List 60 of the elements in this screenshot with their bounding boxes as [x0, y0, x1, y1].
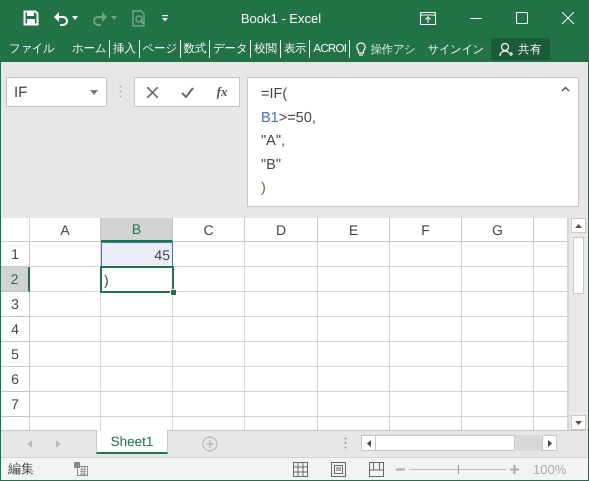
- formula-line[interactable]: ): [261, 177, 578, 200]
- name-box[interactable]: IF: [6, 77, 107, 107]
- row-header[interactable]: 1: [1, 242, 30, 267]
- formula-line[interactable]: "B": [261, 154, 578, 177]
- normal-view-icon[interactable]: [293, 462, 308, 476]
- ribbon-tab[interactable]: 数式: [180, 40, 210, 58]
- row-header[interactable]: 5: [1, 342, 30, 367]
- collapse-icon[interactable]: [561, 86, 570, 92]
- ribbon-tab[interactable]: 表示: [280, 40, 310, 58]
- cancel-icon[interactable]: [146, 86, 158, 98]
- ribbon-tab[interactable]: ページ: [138, 40, 180, 58]
- grip-icon[interactable]: [344, 437, 347, 449]
- share-button[interactable]: 共有: [491, 38, 550, 60]
- insert-function-button[interactable]: fx: [216, 84, 228, 100]
- formula-line[interactable]: =IF(: [261, 83, 578, 106]
- enter-icon[interactable]: [180, 86, 194, 98]
- ribbon-tab[interactable]: 校閲: [250, 40, 280, 58]
- status-mode: 編集: [8, 460, 34, 478]
- ribbon-tab[interactable]: ACROI: [309, 40, 350, 58]
- scroll-left-icon[interactable]: [366, 440, 370, 446]
- row-header[interactable]: 6: [1, 367, 30, 392]
- formula-line[interactable]: B1>=50,: [261, 106, 578, 130]
- close-icon[interactable]: [562, 12, 574, 24]
- fill-handle[interactable]: [170, 289, 177, 296]
- save-icon[interactable]: [23, 10, 39, 26]
- formula-box[interactable]: =IF( B1>=50, "A", "B" ): [247, 77, 579, 207]
- lightbulb-icon[interactable]: [356, 42, 366, 56]
- caret-icon[interactable]: [72, 16, 78, 20]
- ribbon-tab[interactable]: 挿入: [109, 40, 139, 58]
- sign-in-link[interactable]: サインイン: [427, 42, 484, 56]
- page-break-icon[interactable]: [369, 462, 384, 476]
- macro-record-icon[interactable]: [74, 462, 88, 476]
- row-header[interactable]: 3: [1, 292, 30, 317]
- scroll-down-icon[interactable]: [575, 420, 582, 424]
- scrollbar-thumb[interactable]: [573, 237, 584, 294]
- row-header[interactable]: 7: [1, 392, 30, 417]
- scroll-right-icon[interactable]: [548, 440, 552, 446]
- active-cell[interactable]: ): [101, 267, 173, 292]
- ribbon-tab[interactable]: データ: [209, 40, 250, 58]
- formula-line[interactable]: "A",: [261, 130, 578, 154]
- page-layout-icon[interactable]: [331, 462, 346, 476]
- tell-me-field[interactable]: 操作アシ: [370, 42, 416, 56]
- sheet-tab[interactable]: Sheet1: [96, 430, 168, 454]
- row-header[interactable]: 4: [1, 317, 30, 342]
- ribbon-tab[interactable]: ホーム: [69, 40, 110, 58]
- window-title: Book1 - Excel: [240, 10, 322, 26]
- cell[interactable]: 45: [101, 242, 173, 267]
- person-icon: [499, 42, 514, 56]
- ribbon-tab[interactable]: ファイル: [9, 40, 58, 58]
- horizontal-scrollbar[interactable]: [361, 435, 557, 451]
- undo-icon[interactable]: [53, 10, 69, 26]
- scrollbar-thumb[interactable]: [376, 435, 515, 451]
- scroll-up-icon[interactable]: [575, 224, 582, 228]
- column-header[interactable]: B: [101, 218, 173, 242]
- grip-icon[interactable]: [119, 85, 122, 98]
- customize-icon[interactable]: [161, 14, 169, 22]
- maximize-icon[interactable]: [516, 12, 528, 24]
- vertical-scrollbar[interactable]: [568, 218, 588, 430]
- row-header[interactable]: 2: [1, 267, 30, 292]
- ribbon-display-icon[interactable]: [420, 12, 436, 24]
